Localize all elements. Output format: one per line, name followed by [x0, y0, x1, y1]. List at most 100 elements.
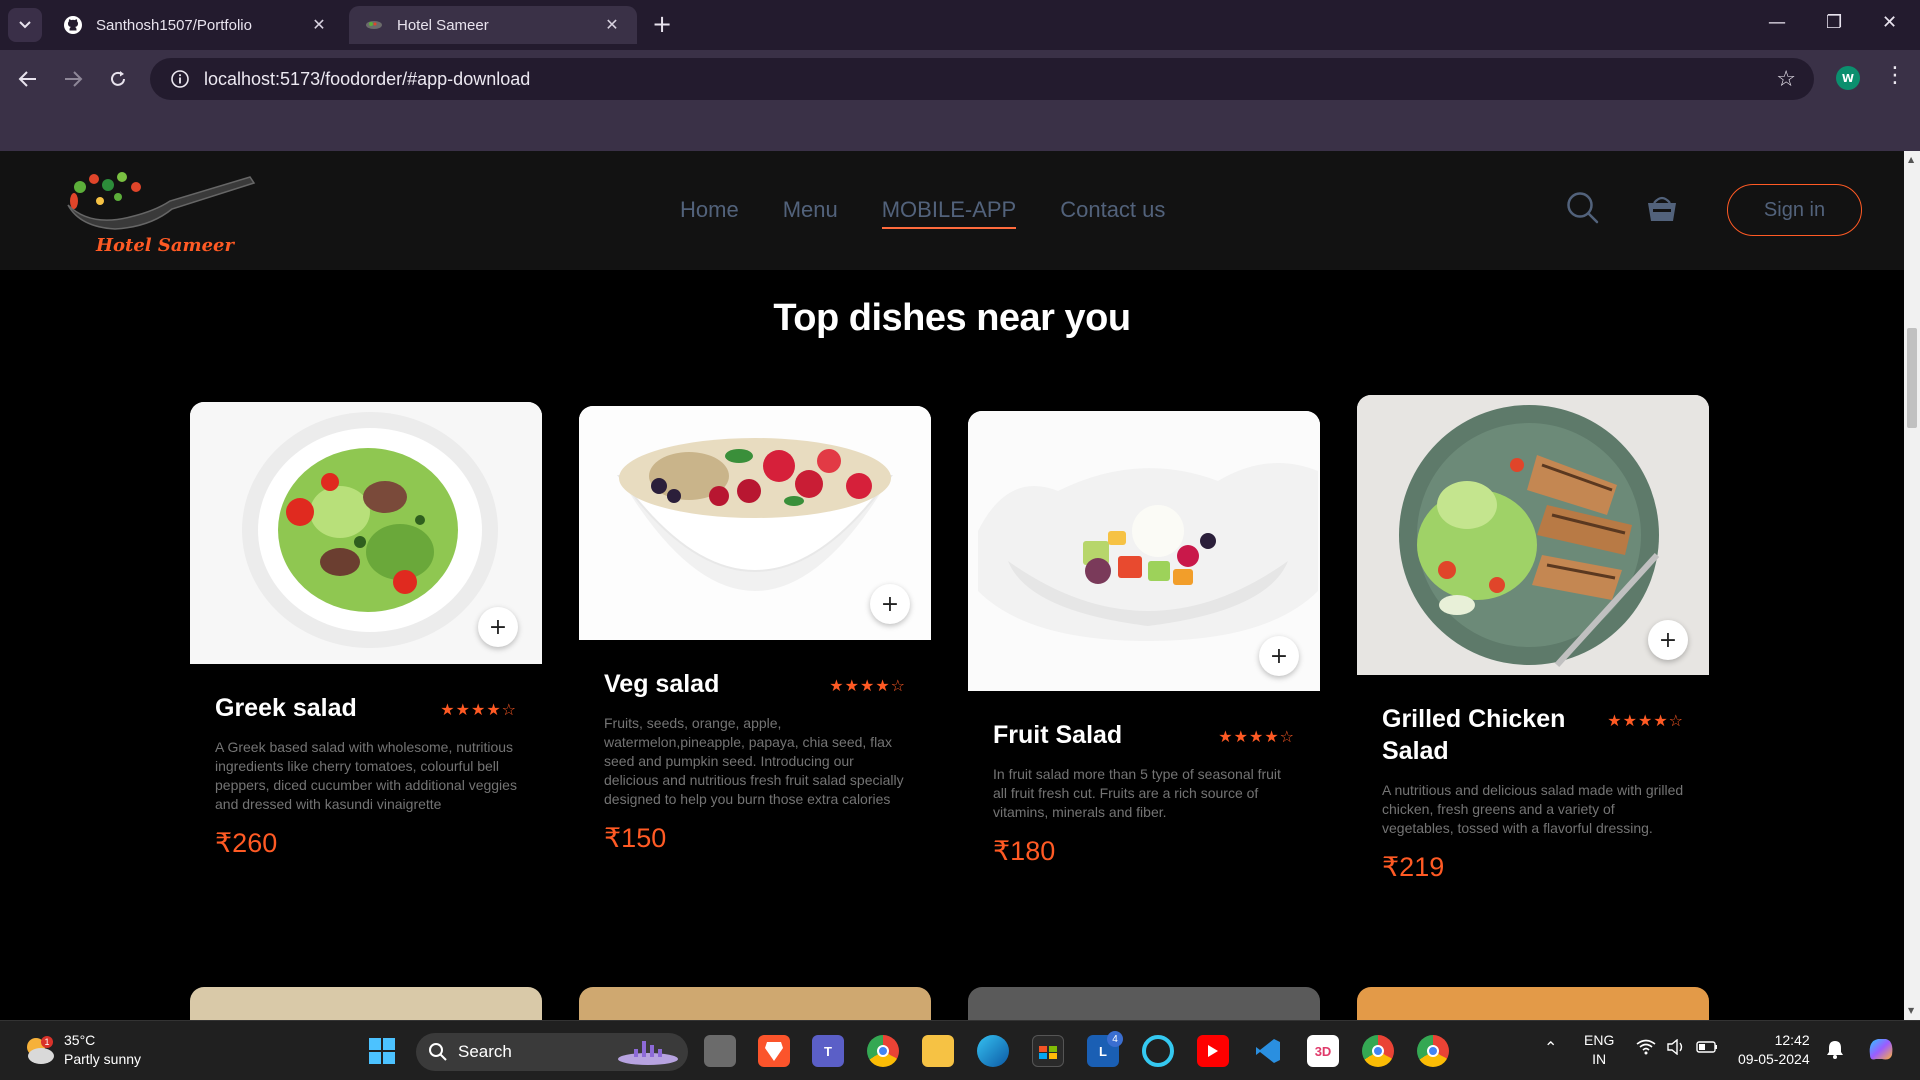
dish-card-grilled-chicken-salad[interactable]: + Grilled Chicken Salad ★★★★☆ A nutritio…	[1357, 395, 1709, 883]
scroll-up-icon[interactable]: ▲	[1908, 155, 1914, 164]
add-to-cart-button[interactable]: +	[1648, 620, 1688, 660]
dish-card-greek-salad[interactable]: + Greek salad ★★★★☆ A Greek based salad …	[190, 402, 542, 859]
dish-card-fruit-salad[interactable]: + Fruit Salad ★★★★☆ In fruit salad more …	[968, 411, 1320, 867]
cortana-icon[interactable]	[1142, 1035, 1174, 1067]
rating-stars-icon: ★★★★☆	[1218, 727, 1295, 746]
file-explorer-icon[interactable]	[922, 1035, 954, 1067]
address-bar[interactable]: localhost:5173/foodorder/#app-download ☆	[150, 58, 1814, 100]
profile-avatar[interactable]: W	[1836, 66, 1860, 90]
dish-description: In fruit salad more than 5 type of seaso…	[993, 766, 1281, 820]
volume-icon[interactable]	[1666, 1038, 1686, 1060]
site-logo[interactable]: Hotel Sameer	[60, 165, 260, 261]
dish-description: Fruits, seeds, orange, apple, watermelon…	[604, 715, 904, 807]
back-icon[interactable]	[13, 64, 43, 94]
add-to-cart-button[interactable]: +	[1259, 636, 1299, 676]
chrome-profile-f-icon[interactable]	[1362, 1035, 1394, 1067]
edge-icon[interactable]	[977, 1035, 1009, 1067]
scrollbar-thumb[interactable]	[1907, 328, 1917, 428]
teams-icon[interactable]: T	[812, 1035, 844, 1067]
url-text: localhost:5173/foodorder/#app-download	[204, 68, 531, 89]
browser-tab-strip: Santhosh1507/Portfolio ✕ Hotel Sameer ✕ …	[0, 0, 1920, 50]
vscode-icon[interactable]	[1252, 1035, 1284, 1067]
partly-sunny-icon: 1	[27, 1036, 54, 1064]
site-info-icon[interactable]	[162, 69, 198, 89]
dish-name: Fruit Salad	[993, 721, 1123, 749]
nav-menu[interactable]: Menu	[783, 197, 838, 229]
search-icon[interactable]	[1566, 191, 1600, 229]
scroll-down-icon[interactable]: ▼	[1908, 1006, 1914, 1015]
sign-in-button[interactable]: Sign in	[1727, 184, 1862, 236]
brave-browser-icon[interactable]	[758, 1035, 790, 1067]
dish-info: Fruit Salad ★★★★☆ In fruit salad more th…	[968, 691, 1320, 867]
browser-menu-icon[interactable]: ⋮	[1884, 64, 1906, 88]
clock[interactable]: 12:42 09-05-2024	[1738, 1031, 1810, 1069]
microsoft-store-icon[interactable]	[1032, 1035, 1064, 1067]
window-close-icon[interactable]: ✕	[1882, 12, 1897, 33]
page-scrollbar[interactable]: ▲ ▼	[1904, 151, 1920, 1020]
notification-bell-icon[interactable]	[1826, 1039, 1844, 1064]
chrome-profile-w-icon[interactable]	[1417, 1035, 1449, 1067]
dish-price: ₹219	[1382, 852, 1445, 882]
language-line2: IN	[1592, 1051, 1607, 1067]
wifi-icon[interactable]	[1636, 1039, 1656, 1060]
tab-portfolio[interactable]: Santhosh1507/Portfolio ✕	[48, 6, 344, 44]
restore-icon[interactable]: ❐	[1826, 12, 1842, 33]
nav-contact-us[interactable]: Contact us	[1060, 197, 1165, 229]
clock-time: 12:42	[1774, 1032, 1810, 1048]
site-favicon-icon	[363, 14, 385, 36]
taskbar-search[interactable]: Search	[416, 1033, 688, 1071]
3d-viewer-icon[interactable]: 3D	[1307, 1035, 1339, 1067]
chrome-icon[interactable]	[867, 1035, 899, 1067]
dish-price: ₹260	[215, 828, 278, 858]
add-to-cart-button[interactable]: +	[870, 584, 910, 624]
minimize-icon[interactable]: —	[1768, 12, 1786, 33]
windows-start-icon[interactable]	[366, 1035, 398, 1067]
weather-widget[interactable]: 1 35°C Partly sunny	[22, 1031, 141, 1069]
chevron-down-icon	[19, 21, 31, 29]
copilot-icon[interactable]	[1866, 1035, 1896, 1068]
tab-title: Santhosh1507/Portfolio	[96, 16, 252, 34]
weather-desc: Partly sunny	[64, 1051, 142, 1067]
reload-icon[interactable]	[103, 64, 133, 94]
dish-card-peek	[1357, 987, 1709, 1020]
bookmark-star-icon[interactable]: ☆	[1776, 67, 1796, 92]
logo-text: Hotel Sameer	[96, 235, 234, 256]
battery-icon[interactable]	[1696, 1040, 1718, 1059]
dish-description: A nutritious and delicious salad made wi…	[1382, 782, 1684, 836]
basket-icon[interactable]	[1645, 191, 1679, 229]
dish-info: Grilled Chicken Salad ★★★★☆ A nutritious…	[1357, 675, 1709, 883]
add-to-cart-button[interactable]: +	[478, 607, 518, 647]
dish-description: A Greek based salad with wholesome, nutr…	[215, 739, 517, 812]
github-icon	[62, 14, 84, 36]
search-icon	[429, 1043, 447, 1061]
nav-home[interactable]: Home	[680, 197, 739, 229]
bookmark-bar	[0, 108, 1920, 151]
section-title: Top dishes near you	[773, 297, 1131, 339]
youtube-icon[interactable]	[1197, 1035, 1229, 1067]
page-viewport: Hotel Sameer Home Menu MOBILE-APP Contac…	[0, 151, 1904, 1020]
dish-card-peek	[968, 987, 1320, 1020]
task-view-icon[interactable]	[704, 1035, 736, 1067]
browser-toolbar: localhost:5173/foodorder/#app-download ☆	[0, 50, 1920, 108]
tab-title: Hotel Sameer	[397, 16, 489, 34]
rating-stars-icon: ★★★★☆	[829, 676, 906, 695]
tab-hotel-sameer[interactable]: Hotel Sameer ✕	[349, 6, 637, 44]
taskbar-search-label: Search	[458, 1042, 512, 1061]
close-icon[interactable]: ✕	[308, 15, 330, 35]
language-indicator[interactable]: ENG IN	[1584, 1031, 1614, 1069]
dish-card-peek	[579, 987, 931, 1020]
weather-badge: 1	[45, 1037, 50, 1047]
dish-info: Veg salad ★★★★☆ Fruits, seeds, orange, a…	[579, 640, 931, 854]
dish-name: Veg salad	[604, 670, 720, 698]
tab-search-button[interactable]	[8, 8, 42, 42]
forward-icon[interactable]	[58, 64, 88, 94]
dish-price: ₹180	[993, 836, 1056, 866]
rating-stars-icon: ★★★★☆	[440, 700, 517, 719]
nav-mobile-app[interactable]: MOBILE-APP	[881, 197, 1017, 229]
new-tab-icon[interactable]: +	[652, 12, 672, 36]
show-hidden-icons-icon[interactable]: ⌃	[1544, 1039, 1557, 1058]
close-icon[interactable]: ✕	[601, 15, 623, 35]
rating-stars-icon: ★★★★☆	[1607, 711, 1684, 730]
dish-card-veg-salad[interactable]: + Veg salad ★★★★☆ Fruits, seeds, orange,…	[579, 406, 931, 854]
dish-name: Grilled Chicken Salad	[1382, 705, 1566, 765]
